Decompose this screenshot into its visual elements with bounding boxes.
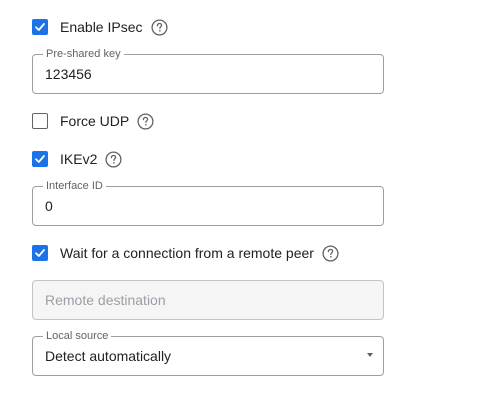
remote-destination-input[interactable]: Remote destination (32, 280, 384, 320)
interface-id-field[interactable]: Interface ID 0 (32, 180, 384, 226)
ikev2-label: IKEv2 (60, 151, 98, 167)
checkmark-icon (35, 155, 45, 163)
ikev2-row: IKEv2 (32, 147, 122, 171)
dropdown-arrow-icon (367, 353, 373, 357)
help-circle-icon[interactable] (322, 244, 339, 262)
enable-ipsec-row: Enable IPsec (32, 15, 168, 39)
remote-destination-placeholder: Remote destination (45, 292, 166, 308)
force-udp-checkbox[interactable] (32, 113, 48, 129)
help-circle-icon[interactable] (150, 18, 168, 36)
help-circle-icon[interactable] (137, 112, 154, 130)
wait-for-peer-row: Wait for a connection from a remote peer (32, 241, 339, 265)
local-source-select[interactable]: Local source Detect automatically (32, 330, 384, 376)
checkmark-icon (35, 249, 45, 257)
pre-shared-key-field[interactable]: Pre-shared key 123456 (32, 48, 384, 94)
ikev2-checkbox[interactable] (32, 151, 48, 167)
interface-id-value: 0 (45, 198, 53, 214)
wait-for-peer-checkbox[interactable] (32, 245, 48, 261)
force-udp-label: Force UDP (60, 113, 130, 129)
force-udp-row: Force UDP (32, 109, 154, 133)
pre-shared-key-value: 123456 (45, 66, 92, 82)
help-circle-icon[interactable] (105, 150, 122, 168)
local-source-value: Detect automatically (45, 348, 172, 364)
wait-for-peer-label: Wait for a connection from a remote peer (60, 245, 314, 261)
enable-ipsec-checkbox[interactable] (32, 19, 48, 35)
enable-ipsec-label: Enable IPsec (60, 19, 143, 35)
checkmark-icon (35, 23, 45, 31)
